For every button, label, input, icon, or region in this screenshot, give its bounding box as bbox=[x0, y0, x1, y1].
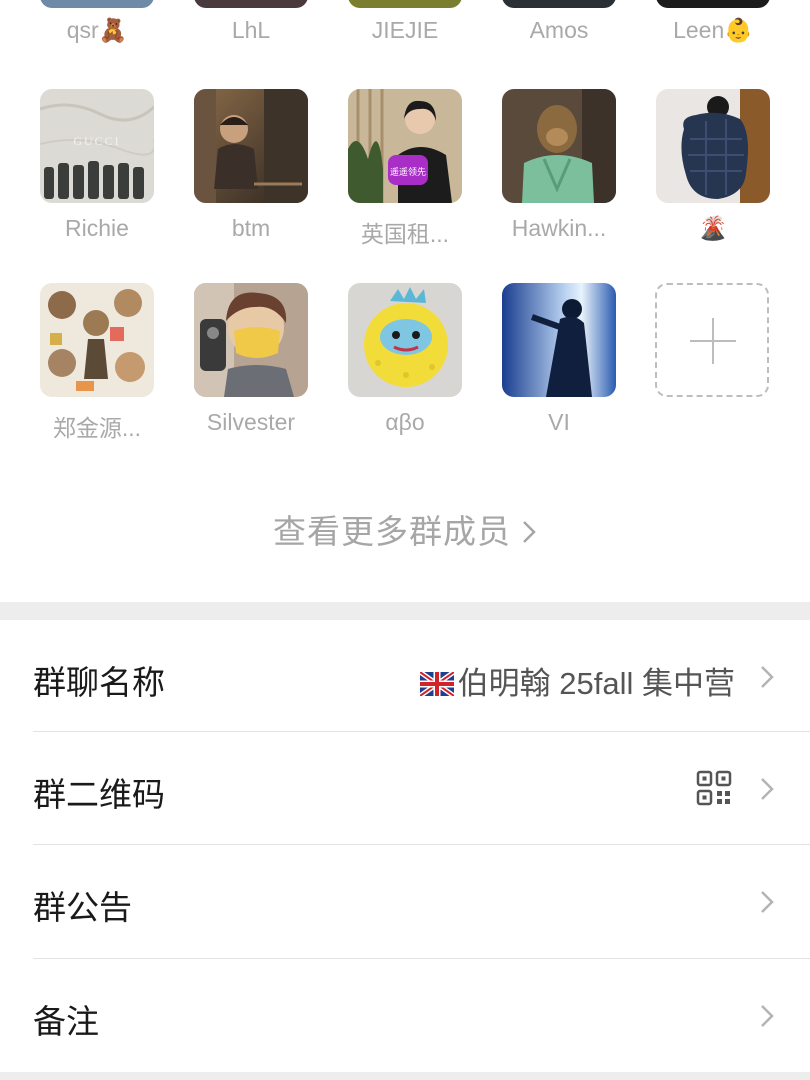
member-name: LhL bbox=[231, 17, 271, 43]
chevron-right-icon bbox=[761, 1005, 774, 1027]
member-item[interactable]: qsr🧸 bbox=[40, 0, 154, 43]
group-notice-row[interactable]: 群公告 bbox=[0, 845, 810, 958]
badge-text: 遥遥领先 bbox=[390, 166, 426, 177]
member-name: btm bbox=[231, 215, 271, 241]
group-qr-label: 群二维码 bbox=[33, 776, 165, 813]
add-member-button[interactable] bbox=[655, 283, 769, 397]
group-name-text: 伯明翰 25fall 集中营 bbox=[457, 666, 735, 701]
member-item[interactable]: 郑金源... bbox=[40, 283, 154, 443]
member-name: Leen👶 bbox=[673, 17, 753, 43]
member-item[interactable]: JIEJIE bbox=[348, 0, 462, 43]
member-avatar bbox=[502, 89, 616, 203]
group-qr-row[interactable]: 群二维码 bbox=[0, 732, 810, 845]
member-item[interactable]: αβο bbox=[348, 283, 462, 443]
view-more-members-link[interactable]: 查看更多群成员 bbox=[0, 505, 810, 553]
member-name: Amos bbox=[529, 17, 589, 43]
member-item[interactable]: VI bbox=[502, 283, 616, 443]
member-avatar bbox=[40, 283, 154, 397]
member-avatar bbox=[348, 283, 462, 397]
member-item[interactable]: Amos bbox=[502, 0, 616, 43]
chevron-right-icon bbox=[523, 521, 536, 543]
member-item[interactable]: btm bbox=[194, 89, 308, 249]
member-avatar bbox=[194, 283, 308, 397]
member-name: JIEJIE bbox=[371, 17, 439, 43]
group-remark-row[interactable]: 备注 bbox=[0, 959, 810, 1072]
member-item[interactable]: Hawkin... bbox=[502, 89, 616, 249]
member-name: 🌋 bbox=[698, 215, 728, 241]
member-item[interactable]: 🌋 bbox=[656, 89, 770, 249]
member-avatar bbox=[502, 283, 616, 397]
member-name: Richie bbox=[65, 215, 129, 241]
member-avatar: 遥遥领先 bbox=[348, 89, 462, 203]
member-item[interactable]: 遥遥领先 英国租... bbox=[348, 89, 462, 249]
view-more-label: 查看更多群成员 bbox=[273, 513, 511, 550]
member-avatar bbox=[194, 0, 308, 8]
member-avatar bbox=[656, 0, 770, 8]
group-settings-list: 群聊名称 伯明翰 25fall 集中营 群二维码 群公告 备注 bbox=[0, 620, 810, 1072]
group-members-section: qsr🧸 LhL JIEJIE Amos Leen👶 GUCCI Richie … bbox=[0, 0, 810, 602]
group-name-row[interactable]: 群聊名称 伯明翰 25fall 集中营 bbox=[0, 620, 810, 733]
group-name-label: 群聊名称 bbox=[33, 664, 165, 701]
member-avatar bbox=[502, 0, 616, 8]
group-remark-label: 备注 bbox=[33, 1003, 99, 1040]
member-name: 郑金源... bbox=[52, 415, 142, 441]
member-avatar bbox=[656, 89, 770, 203]
qr-code-icon bbox=[696, 770, 732, 806]
group-name-value: 伯明翰 25fall 集中营 bbox=[419, 658, 735, 703]
member-item[interactable]: Leen👶 bbox=[656, 0, 770, 43]
chevron-right-icon bbox=[761, 666, 774, 688]
chevron-right-icon bbox=[761, 778, 774, 800]
member-name: VI bbox=[548, 409, 570, 435]
member-avatar bbox=[348, 0, 462, 8]
member-name: Hawkin... bbox=[511, 215, 607, 241]
member-name: 英国租... bbox=[360, 221, 450, 247]
member-name: Silvester bbox=[206, 409, 296, 435]
member-avatar: GUCCI bbox=[40, 89, 154, 203]
uk-flag-icon bbox=[419, 672, 454, 696]
member-item[interactable]: LhL bbox=[194, 0, 308, 43]
member-avatar bbox=[194, 89, 308, 203]
member-item[interactable]: Silvester bbox=[194, 283, 308, 443]
gucci-text: GUCCI bbox=[73, 134, 120, 148]
member-name: αβο bbox=[385, 409, 425, 435]
member-name: qsr🧸 bbox=[66, 17, 128, 43]
group-notice-label: 群公告 bbox=[33, 889, 132, 926]
member-avatar bbox=[40, 0, 154, 8]
member-item[interactable]: GUCCI Richie bbox=[40, 89, 154, 249]
chevron-right-icon bbox=[761, 891, 774, 913]
